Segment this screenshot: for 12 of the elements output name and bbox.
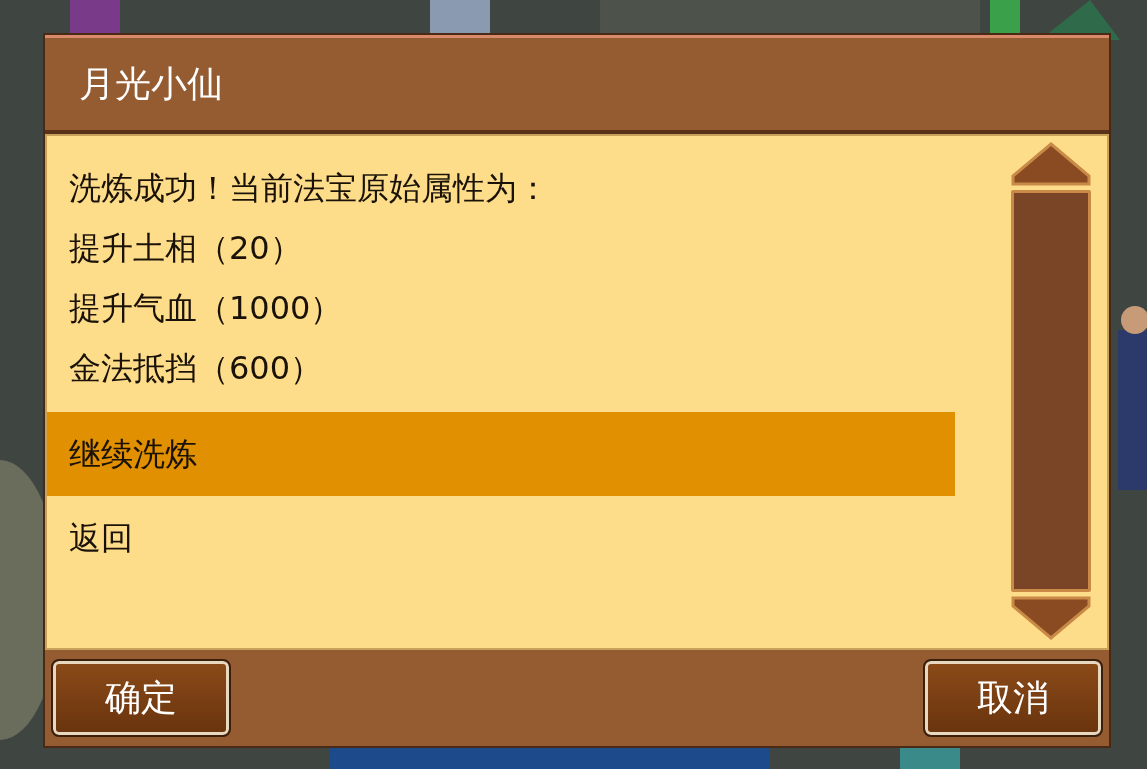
message-line: 金法抵挡（600） — [68, 348, 324, 389]
option-item[interactable]: 继续洗炼 — [47, 412, 955, 496]
dialog-title: 月光小仙 — [79, 61, 223, 106]
scroll-up-icon[interactable] — [1011, 142, 1091, 186]
option-item[interactable]: 返回 — [47, 496, 955, 580]
cancel-button[interactable]: 取消 — [925, 661, 1101, 735]
message-line: 提升土相（20） — [68, 228, 303, 269]
scroll-track[interactable] — [1011, 190, 1091, 592]
message-line: 提升气血（1000） — [68, 288, 344, 329]
confirm-button[interactable]: 确定 — [53, 661, 229, 735]
scroll-down-icon[interactable] — [1011, 596, 1091, 640]
message-line: 洗炼成功！当前法宝原始属性为： — [68, 168, 550, 209]
